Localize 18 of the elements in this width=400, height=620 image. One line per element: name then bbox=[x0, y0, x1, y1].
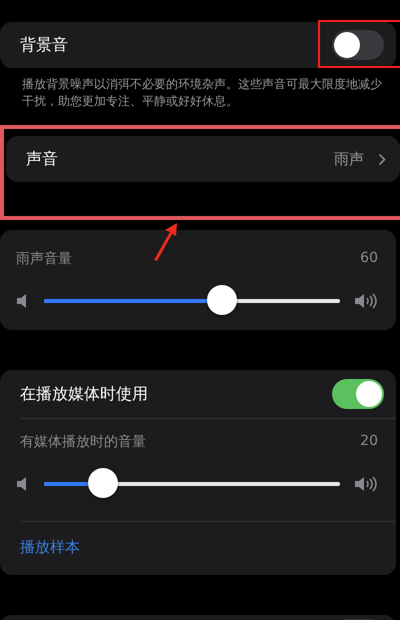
slider-thumb[interactable] bbox=[206, 285, 237, 315]
chevron-icon bbox=[378, 152, 386, 166]
toggle-switch[interactable] bbox=[332, 30, 384, 60]
setting-label: 声音 bbox=[26, 148, 58, 170]
setting-value: 雨声 bbox=[334, 150, 364, 168]
description-text: 播放背景噪声以消弭不必要的环境杂声。这些声音可最大限度地减少干扰，助您更加专注、平静或好好休息。 bbox=[21, 76, 383, 110]
setting-label: 在播放媒体时使用 bbox=[20, 384, 148, 404]
speaker-loud-icon bbox=[354, 475, 378, 493]
play-sample-link[interactable]: 播放样本 bbox=[20, 522, 396, 575]
setting-label: 背景音 bbox=[20, 34, 68, 56]
slider-label: 有媒体播放时的音量 bbox=[20, 433, 146, 451]
slider-thumb[interactable] bbox=[88, 468, 118, 498]
slider-reading: 20 bbox=[360, 433, 378, 451]
sound-row[interactable]: 声音 雨声 bbox=[6, 136, 400, 182]
speaker-loud-icon bbox=[354, 292, 378, 310]
slider-reading: 60 bbox=[360, 250, 378, 268]
slider-label: 雨声音量 bbox=[16, 250, 72, 268]
toggle-switch[interactable] bbox=[332, 379, 384, 409]
